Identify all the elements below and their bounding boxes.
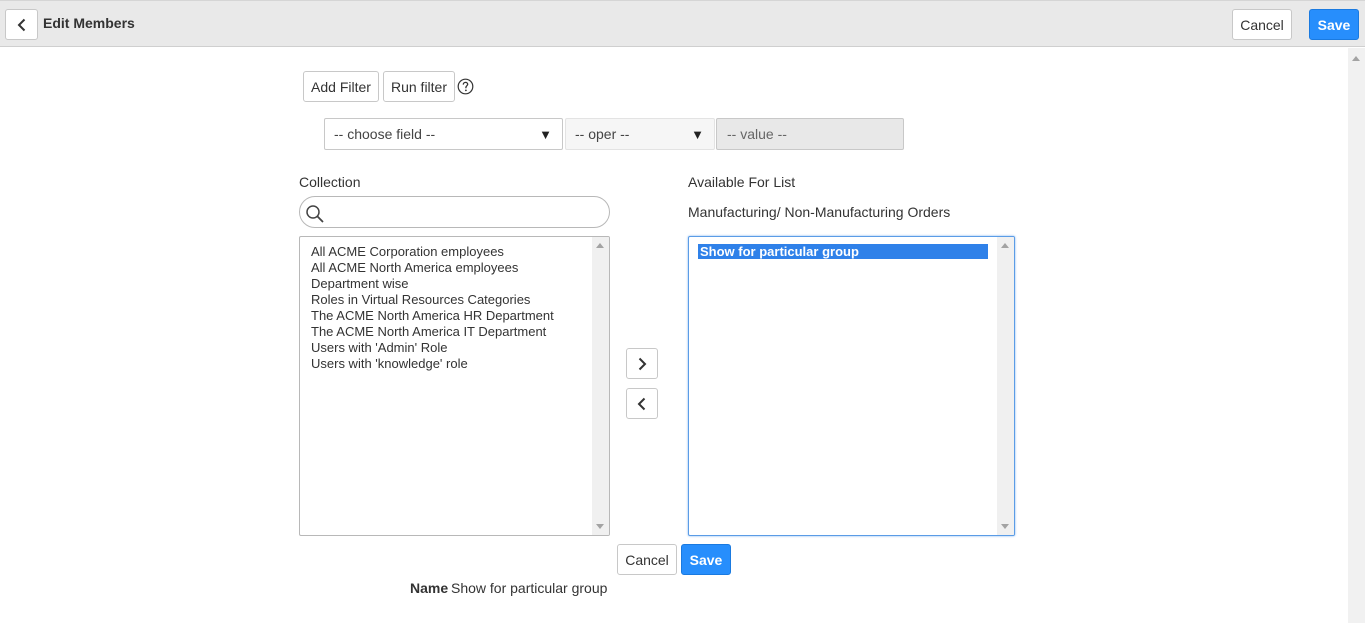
list-item[interactable]: Show for particular group	[698, 244, 988, 259]
header-save-button[interactable]: Save	[1309, 9, 1359, 40]
list-item[interactable]: All ACME North America employees	[311, 260, 589, 276]
footer-save-button[interactable]: Save	[681, 544, 731, 575]
value-field[interactable]: -- value --	[716, 118, 904, 150]
list-item[interactable]: The ACME North America IT Department	[311, 324, 589, 340]
list-item[interactable]: The ACME North America HR Department	[311, 308, 589, 324]
chevron-left-icon	[637, 397, 646, 410]
field-select[interactable]: -- choose field -- ▼	[324, 118, 563, 150]
page-title: Edit Members	[43, 15, 135, 31]
chevron-left-icon	[17, 18, 25, 31]
search-icon	[306, 205, 324, 223]
caret-down-icon: ▼	[539, 127, 552, 142]
header-cancel-button[interactable]: Cancel	[1232, 9, 1292, 40]
top-bar: Edit Members Cancel Save	[0, 0, 1365, 47]
oper-select[interactable]: -- oper -- ▼	[565, 118, 715, 150]
available-scrollbar[interactable]	[997, 237, 1014, 535]
field-select-value: -- choose field --	[334, 126, 436, 142]
chevron-right-icon	[638, 357, 647, 370]
page-scrollbar[interactable]	[1348, 48, 1365, 623]
caret-down-icon: ▼	[691, 127, 704, 142]
run-filter-button[interactable]: Run filter	[383, 71, 455, 102]
collection-list[interactable]: All ACME Corporation employees All ACME N…	[299, 236, 610, 536]
value-placeholder: -- value --	[727, 126, 787, 142]
back-button[interactable]	[5, 9, 38, 40]
available-list[interactable]: Show for particular group	[688, 236, 1015, 536]
list-item[interactable]: Users with 'knowledge' role	[311, 356, 589, 372]
list-item[interactable]: Roles in Virtual Resources Categories	[311, 292, 589, 308]
collection-label: Collection	[299, 174, 361, 190]
collection-search[interactable]	[299, 196, 610, 228]
list-item[interactable]: Department wise	[311, 276, 589, 292]
list-name: Manufacturing/ Non-Manufacturing Orders	[688, 204, 951, 220]
footer-cancel-button[interactable]: Cancel	[617, 544, 677, 575]
list-item[interactable]: All ACME Corporation employees	[311, 244, 589, 260]
name-label: Name	[410, 580, 449, 596]
available-label: Available For List	[688, 174, 796, 190]
collection-scrollbar[interactable]	[592, 237, 609, 535]
add-to-list-button[interactable]	[626, 348, 658, 379]
remove-from-list-button[interactable]	[626, 388, 658, 419]
collection-search-input[interactable]	[330, 201, 600, 223]
oper-select-value: -- oper --	[575, 126, 630, 142]
list-item[interactable]: Users with 'Admin' Role	[311, 340, 589, 356]
add-filter-button[interactable]: Add Filter	[303, 71, 379, 102]
name-value: Show for particular group	[451, 580, 608, 596]
question-circle-icon[interactable]	[457, 78, 474, 95]
